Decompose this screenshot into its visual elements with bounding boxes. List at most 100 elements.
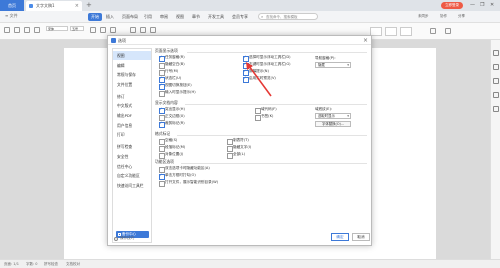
file-menu[interactable]: ≡ 文件 [5,13,18,19]
tab-layout[interactable]: 页面布局 [122,14,138,20]
sidebar-item-trust-center[interactable]: 信任中心 [113,162,151,171]
sidebar-tool-icon[interactable] [493,106,499,112]
proofread-status[interactable]: 文档校对 [66,262,80,267]
tab-insert[interactable]: 插入 [106,14,114,20]
align-right-icon[interactable] [150,27,156,33]
checkbox-float-toolbar-rightclick[interactable]: 右键时显示浮动工具栏(G) [243,61,291,69]
field-shading-label: 域底纹(E): [315,107,333,111]
close-icon[interactable]: × [363,36,368,45]
find-replace-icon[interactable] [430,28,436,34]
cut-icon[interactable] [14,27,20,33]
format-painter-icon[interactable] [34,27,40,33]
checkbox-all-marks[interactable]: 全部(L) [227,152,245,159]
italic-icon[interactable] [100,27,106,33]
align-left-icon[interactable] [130,27,136,33]
align-center-icon[interactable] [140,27,146,33]
sidebar-item-chinese-layout[interactable]: 中文版式 [113,101,151,110]
title-bar: 首页 文字文稿1 × + 立即登录 — ❐ ✕ [0,0,500,11]
sidebar-tool-icon[interactable] [493,50,499,56]
checkbox-text-border[interactable]: 正文边框(X) [159,114,185,121]
checkbox-click-to-check[interactable]: 单击方框时打勾(O) [159,172,196,180]
checkbox-view-switch[interactable]: 视图切换按钮(E) [159,82,192,90]
sidebar-item-print[interactable]: 打印 [113,130,151,139]
checkbox-live-preview[interactable]: 启用实时预览(V) [243,75,276,83]
font-size-select[interactable]: 五号 [70,26,84,31]
checkbox-field-code[interactable]: 域代码(F) [255,107,277,114]
checkbox-highlight[interactable]: 突出显示(H) [159,106,185,114]
sidebar-tool-icon[interactable] [493,64,499,70]
sidebar-item-revision[interactable]: 修订 [113,92,151,101]
tab-developer[interactable]: 开发工具 [208,14,224,20]
select-icon[interactable] [445,28,451,34]
checkbox-input-tips[interactable]: 输入时显示提示(H) [159,90,196,97]
checkbox-object-anchors[interactable]: 对象位置(J) [159,152,183,159]
sidebar-item-security[interactable]: 安全性 [113,152,151,161]
close-icon[interactable]: × [75,1,79,11]
options-content: 页面显示选项 任务窗格(R) 隐藏空白(B) 行号(M) 状态栏(U) 视图切换… [155,48,368,228]
style-preset-3[interactable] [400,27,412,36]
checkbox-screen-tips[interactable]: 屏幕提示(N) [243,68,269,76]
checkbox-hidden-text[interactable]: 隐藏文字(I) [227,145,251,152]
tab-review[interactable]: 审阅 [160,14,168,20]
command-search-input[interactable]: ⌕ 查找命令、搜索模板 [258,13,318,20]
tips-link[interactable]: 操作技巧 [114,236,134,241]
share-button[interactable]: 分享 [458,14,465,19]
style-preset-2[interactable] [385,27,397,36]
sidebar-item-export-pdf[interactable]: 输出PDF [113,111,151,120]
window-close-button[interactable]: ✕ [490,0,494,11]
sidebar-item-edit[interactable]: 编辑 [113,61,151,70]
checkbox-line-number[interactable]: 行号(M) [159,69,178,76]
tab-home[interactable]: 开始 [88,13,102,21]
checkbox-task-pane[interactable]: 任务窗格(R) [159,54,185,62]
checkbox-paragraph-marks[interactable]: 段落标记(M) [159,145,185,152]
copy-icon[interactable] [24,27,30,33]
spell-check-status[interactable]: 拼写检查 [44,262,58,267]
document-tab[interactable]: 文字文稿1 × [26,1,82,11]
underline-icon[interactable] [110,27,116,33]
sync-status[interactable]: 未同步 [418,14,429,19]
word-count: 字数: 0 [26,262,38,266]
ok-button[interactable]: 确定 [331,233,349,241]
checkbox-bookmark[interactable]: 书签(K) [255,114,273,121]
tab-member[interactable]: 会员专享 [232,14,248,20]
sidebar-item-customize-ribbon[interactable]: 自定义功能区 [113,171,151,180]
field-shading-select[interactable]: 选取时显示 [315,113,351,119]
checkbox-float-toolbar-select[interactable]: 选择时显示浮动工具栏(D) [243,54,291,62]
font-substitution-button[interactable]: 字体替换(O)... [315,121,351,127]
checkbox-status-bar[interactable]: 状态栏(U) [159,75,181,83]
collaborate-button[interactable]: 协作 [440,14,447,19]
new-tab-button[interactable]: + [86,0,92,11]
sidebar-item-quick-access[interactable]: 快速访问工具栏 [113,181,151,190]
divider [185,104,367,105]
tab-references[interactable]: 引用 [144,14,152,20]
font-family-select[interactable]: 宋体 [46,26,68,31]
sidebar-item-general[interactable]: 常规与保存 [113,70,151,79]
paste-icon[interactable] [4,27,10,33]
sidebar-item-view[interactable]: 视图 [113,51,151,60]
sidebar-tool-icon[interactable] [493,92,499,98]
tab-chapter[interactable]: 章节 [192,14,200,20]
checkbox-hide-ribbon-doubleclick[interactable]: 双击选项卡时隐藏功能区(A) [159,166,210,173]
help-icon [114,236,118,241]
checkbox-spaces[interactable]: 空格(S) [159,138,177,145]
tab-view[interactable]: 视图 [176,14,184,20]
sidebar-tool-icon[interactable] [493,78,499,84]
login-button[interactable]: 立即登录 [441,2,463,9]
checkbox-tabs[interactable]: 制表符(T) [227,138,249,145]
bold-icon[interactable] [90,27,96,33]
dialog-title: 选项 [118,38,126,43]
group-title: 页面显示选项 [155,48,178,53]
minimize-button[interactable]: — [470,0,475,11]
checkbox-smart-toc[interactable]: 打开文件，展示智能识别目录(W) [159,180,218,187]
sidebar-item-spelling[interactable]: 拼写检查 [113,142,151,151]
cancel-button[interactable]: 取消 [352,233,370,241]
home-tab[interactable]: 首页 [0,0,24,11]
sidebar-item-file-location[interactable]: 文件位置 [113,80,151,89]
checkbox-crop-marks[interactable]: 裁剪标记(R) [159,120,185,128]
app-icon [111,38,116,43]
nav-pane-label: 导航窗格(P): [315,56,336,60]
nav-pane-select[interactable]: 隐藏 [315,62,351,68]
checkbox-hide-blank[interactable]: 隐藏空白(B) [159,62,185,69]
maximize-button[interactable]: ❐ [480,0,484,11]
sidebar-item-user-info[interactable]: 用户信息 [113,121,151,130]
